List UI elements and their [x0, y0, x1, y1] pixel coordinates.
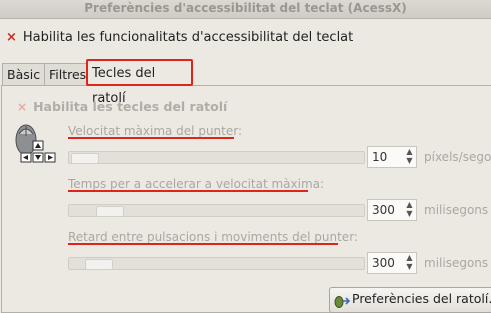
delay-unit: milisegons: [424, 256, 489, 270]
max-speed-slider[interactable]: [68, 151, 365, 164]
spin-down-icon[interactable]: ▼: [405, 156, 414, 165]
window-titlebar[interactable]: Preferències d'accessibilitat del teclat…: [0, 0, 491, 19]
slider-knob[interactable]: [85, 259, 113, 270]
enable-mouse-keys-checkbox[interactable]: × Habilita les tecles del ratolí: [17, 99, 227, 114]
spin-down-icon[interactable]: ▼: [405, 262, 414, 271]
mouse-preferences-icon: [334, 293, 351, 308]
enable-accessibility-label: Habilita les funcionalitats d'accessibil…: [22, 30, 354, 45]
tab-basic[interactable]: Bàsic: [2, 63, 45, 85]
max-speed-unit: píxels/segon: [424, 150, 491, 164]
slider-knob[interactable]: [96, 206, 124, 217]
spin-up-icon[interactable]: ▲: [405, 147, 414, 156]
spin-down-icon[interactable]: ▼: [405, 209, 414, 218]
accel-time-unit: milisegons: [424, 203, 489, 217]
checkbox-checked-icon: ×: [6, 30, 17, 45]
slider-knob[interactable]: [71, 153, 99, 164]
delay-slider[interactable]: [68, 257, 365, 270]
accel-time-spinbutton[interactable]: 300 ▲ ▼: [367, 199, 417, 221]
mouse-keypad-icon: [13, 122, 59, 164]
annotation-underline: [68, 137, 234, 139]
spin-up-icon[interactable]: ▲: [405, 200, 414, 209]
delay-value: 300: [372, 256, 395, 270]
delay-spinbutton[interactable]: 300 ▲ ▼: [367, 252, 417, 274]
accel-time-slider[interactable]: [68, 204, 365, 217]
tab-mouse-keys[interactable]: Tecles del ratolí: [86, 59, 193, 106]
max-speed-spinbutton[interactable]: 10 ▲ ▼: [367, 146, 417, 168]
checkbox-checked-icon: ×: [17, 100, 28, 114]
delay-label: Retard entre pulsacions i moviments del …: [68, 230, 358, 244]
annotation-underline: [68, 243, 338, 245]
accel-time-label: Temps per a accelerar a velocitat màxima…: [68, 177, 325, 191]
annotation-underline: [68, 190, 308, 192]
tab-filters[interactable]: Filtres: [44, 63, 87, 85]
tab-panel: [1, 85, 491, 313]
max-speed-value: 10: [372, 150, 388, 164]
accel-time-value: 300: [372, 203, 395, 217]
spin-up-icon[interactable]: ▲: [405, 253, 414, 262]
enable-accessibility-checkbox[interactable]: × Habilita les funcionalitats d'accessibi…: [6, 30, 353, 45]
max-speed-label: Velocitat màxima del punter:: [68, 124, 243, 138]
mouse-preferences-button[interactable]: Preferències del ratolí...: [329, 287, 491, 313]
enable-mouse-keys-label: Habilita les tecles del ratolí: [33, 99, 228, 114]
mouse-preferences-label: Preferències del ratolí...: [352, 291, 491, 306]
window-title: Preferències d'accessibilitat del teclat…: [84, 1, 407, 15]
